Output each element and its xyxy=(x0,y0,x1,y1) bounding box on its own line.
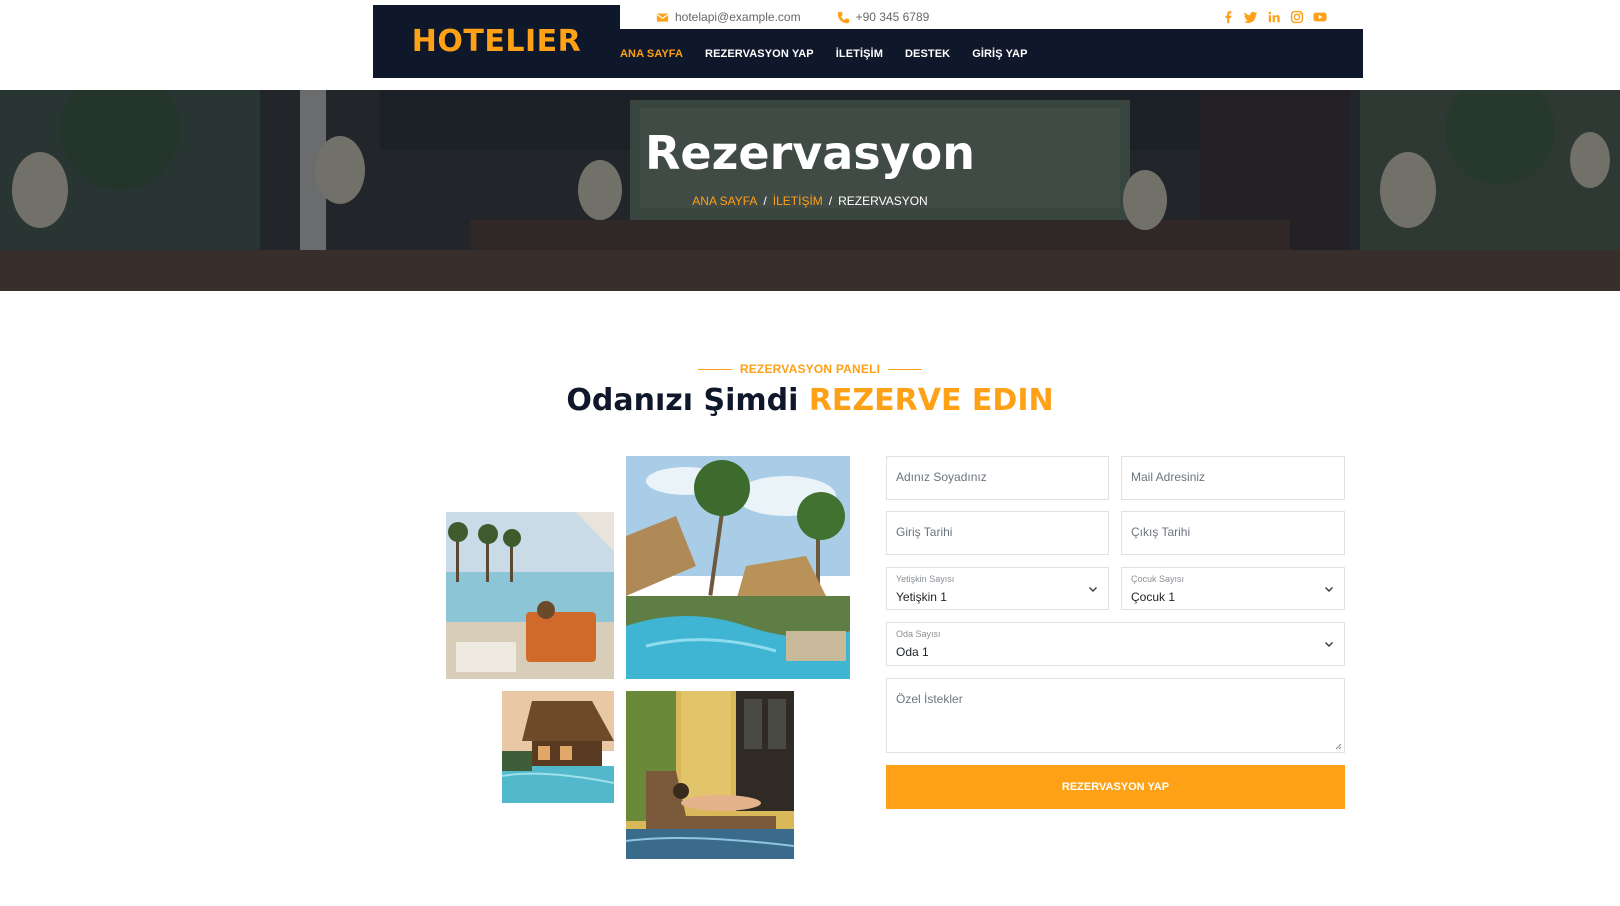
nav-item-contact[interactable]: İLETİŞİM xyxy=(836,48,883,60)
breadcrumb-separator: / xyxy=(763,194,767,208)
children-value: Çocuk 1 xyxy=(1131,590,1176,604)
chevron-down-icon xyxy=(1325,642,1333,647)
linkedin-icon[interactable] xyxy=(1267,10,1281,24)
checkin-placeholder: Giriş Tarihi xyxy=(896,525,953,539)
hero-overlay xyxy=(0,90,1620,291)
facebook-icon[interactable] xyxy=(1221,10,1235,24)
section-title-plain: Odanızı Şimdi xyxy=(566,383,799,418)
instagram-icon[interactable] xyxy=(1290,10,1304,24)
checkout-placeholder: Çıkış Tarihi xyxy=(1131,525,1191,539)
page-title: Rezervasyon xyxy=(644,126,976,180)
twitter-icon[interactable] xyxy=(1244,10,1258,24)
adults-value: Yetişkin 1 xyxy=(896,590,947,604)
requests-placeholder: Özel İstekler xyxy=(896,692,963,706)
nav-item-home[interactable]: ANA SAYFA xyxy=(620,48,683,60)
breadcrumb: ANA SAYFA / İLETİŞİM / REZERVASYON xyxy=(0,194,1620,208)
adults-select[interactable]: Yetişkin Sayısı Yetişkin 1 xyxy=(886,567,1109,610)
contact-email[interactable]: hotelapi@example.com xyxy=(656,10,801,24)
checkout-date-input[interactable]: Çıkış Tarihi xyxy=(1121,511,1345,555)
name-placeholder: Adınız Soyadınız xyxy=(896,470,987,484)
contact-phone[interactable]: +90 345 6789 xyxy=(837,10,930,24)
email-placeholder: Mail Adresiniz xyxy=(1131,470,1206,484)
children-select[interactable]: Çocuk Sayısı Çocuk 1 xyxy=(1121,567,1345,610)
chevron-down-icon xyxy=(1325,587,1333,592)
breadcrumb-current: REZERVASYON xyxy=(838,194,928,208)
phone-icon xyxy=(837,11,849,23)
site-header: HOTELIER hotelapi@example.com +90 345 67… xyxy=(373,5,1363,78)
kicker-line-right xyxy=(888,369,923,371)
kicker-line-left xyxy=(697,369,732,371)
gallery-photo-bungalow-pool xyxy=(502,691,614,803)
breadcrumb-home[interactable]: ANA SAYFA xyxy=(692,194,757,208)
phone-text: +90 345 6789 xyxy=(855,10,930,24)
nav-item-login[interactable]: GİRİŞ YAP xyxy=(972,48,1027,60)
gallery-photo-resort-pool xyxy=(626,456,850,679)
youtube-icon[interactable] xyxy=(1313,10,1327,24)
kicker-text: REZERVASYON PANELI xyxy=(739,362,881,376)
nav-item-reservation[interactable]: REZERVASYON YAP xyxy=(705,48,814,60)
envelope-icon xyxy=(656,12,669,22)
gallery-photo-sunbed xyxy=(626,691,794,859)
checkin-date-input[interactable]: Giriş Tarihi xyxy=(886,511,1109,555)
nav-item-support[interactable]: DESTEK xyxy=(905,48,950,60)
submit-reservation-button[interactable]: REZERVASYON YAP xyxy=(886,765,1345,809)
page-hero: Rezervasyon ANA SAYFA / İLETİŞİM / REZERVASY… xyxy=(0,90,1620,291)
rooms-label: Oda Sayısı xyxy=(896,629,941,639)
rooms-select[interactable]: Oda Sayısı Oda 1 xyxy=(886,622,1345,666)
brand-name: HOTELIER xyxy=(411,24,582,59)
top-bar: hotelapi@example.com +90 345 6789 xyxy=(620,5,1363,29)
social-links xyxy=(1221,10,1327,24)
rooms-value: Oda 1 xyxy=(896,645,929,659)
special-requests-textarea[interactable]: Özel İstekler xyxy=(886,678,1345,753)
email-input[interactable]: Mail Adresiniz xyxy=(1121,456,1345,500)
breadcrumb-contact[interactable]: İLETİŞİM xyxy=(773,194,823,208)
section-kicker: REZERVASYON PANELI xyxy=(0,362,1620,376)
section-title-accent: REZERVE EDIN xyxy=(808,383,1054,418)
brand-logo[interactable]: HOTELIER xyxy=(373,5,620,78)
children-label: Çocuk Sayısı xyxy=(1131,574,1185,584)
section-title: Odanızı Şimdi REZERVE EDIN xyxy=(0,383,1620,418)
name-input[interactable]: Adınız Soyadınız xyxy=(886,456,1109,500)
email-text: hotelapi@example.com xyxy=(675,10,801,24)
chevron-down-icon xyxy=(1089,587,1097,592)
breadcrumb-separator: / xyxy=(828,194,833,208)
gallery-photo-pool-lounge xyxy=(446,512,614,679)
resize-grip-icon[interactable] xyxy=(1334,742,1342,750)
adults-label: Yetişkin Sayısı xyxy=(896,574,955,584)
main-navigation: ANA SAYFA REZERVASYON YAP İLETİŞİM DESTE… xyxy=(620,29,1363,78)
